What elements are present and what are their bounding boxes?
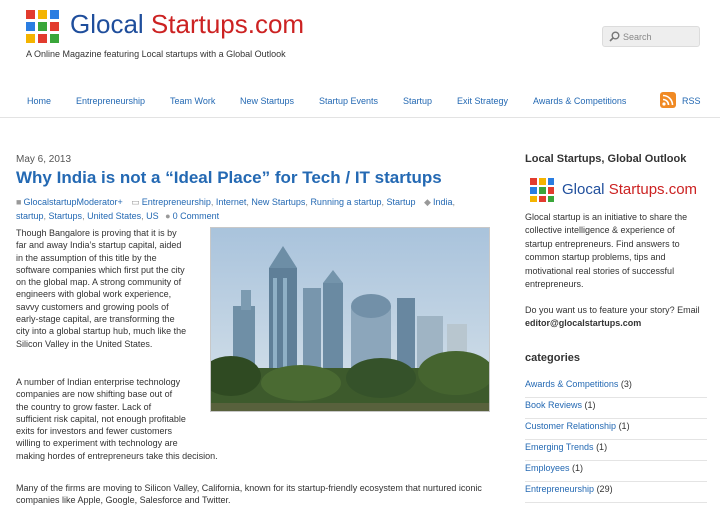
category-link[interactable]: Entrepreneurship (525, 484, 594, 494)
tag-link-startup[interactable]: startup (16, 211, 44, 221)
category-link-entrepreneurship[interactable]: Entrepreneurship (142, 197, 211, 207)
text-line: Though Bangalore is proving that it is b… (16, 228, 177, 238)
site-title-part2: Startups.com (150, 9, 305, 39)
text-line: on the global map. A strong community of (16, 277, 182, 288)
tag-link-startups[interactable]: Startups (49, 211, 83, 221)
category-link[interactable]: Customer Relationship (525, 421, 616, 431)
text-line: startup entrepreneurs. Find answers to (525, 238, 680, 249)
category-list-item: Employees (1) (525, 461, 707, 482)
text-line: sufficient risk capital, not enough prof… (16, 413, 186, 424)
category-list-item: Customer Relationship (1) (525, 419, 707, 440)
sidebar-about-heading: Local Startups, Global Outlook (525, 153, 687, 165)
site-title-part1: Glocal (70, 9, 151, 39)
text-line: savvy customers and growing pools of (16, 301, 169, 312)
category-count: (1) (584, 400, 596, 410)
text-line: engineers with global work experience, (16, 289, 172, 300)
category-link[interactable]: Book Reviews (525, 400, 582, 410)
nav-item-entrepreneurship[interactable]: Entrepreneurship (76, 96, 145, 106)
search-box[interactable] (602, 26, 700, 47)
text-line: companies like Apple, Google, Salesforce… (16, 495, 231, 506)
rss-icon (660, 92, 676, 108)
post-image (210, 227, 490, 412)
text-line: exits for investors and fewer customers (16, 426, 173, 437)
category-count: (3) (620, 379, 632, 389)
sidebar-email[interactable]: editor@glocalstartups.com (525, 317, 707, 330)
author-icon: ■ (16, 197, 22, 207)
category-link-internet[interactable]: Internet (216, 197, 247, 207)
category-count: (1) (572, 463, 584, 473)
category-list-item: Awards & Competitions (3) (525, 377, 707, 398)
sidebar-logo-part1: Glocal (562, 181, 609, 198)
comments-link[interactable]: 0 Comment (173, 211, 220, 221)
main-nav: Home Entrepreneurship Team Work New Star… (0, 82, 720, 118)
nav-item-new-startups[interactable]: New Startups (240, 96, 294, 106)
tag-icon: ◆ (424, 197, 431, 207)
text-line: common startup problems, tips and (525, 252, 666, 263)
text-line: making hordes of entrepreneurs take this… (16, 450, 218, 461)
text-line: Silicon Valley in the United States. (16, 338, 153, 349)
category-link[interactable]: Awards & Competitions (525, 379, 618, 389)
text-line: far and away India’s startup capital, ai… (16, 240, 182, 251)
tag-link-united-states[interactable]: United States (87, 211, 141, 221)
search-icon (609, 31, 620, 42)
tag-link-india[interactable]: India (433, 197, 453, 207)
tag-link-us[interactable]: US (146, 211, 159, 221)
rss-label: RSS (682, 96, 701, 106)
category-link-running-a-startup[interactable]: Running a startup (310, 197, 381, 207)
category-folder-icon: ▭ (131, 197, 140, 207)
text-line: entrepreneurs. (525, 279, 584, 290)
sidebar-logo-part2: Startups.com (608, 181, 698, 198)
categories-heading: categories (525, 352, 581, 364)
category-link-new-startups[interactable]: New Startups (251, 197, 305, 207)
category-link[interactable]: Emerging Trends (525, 442, 594, 452)
category-link-startup[interactable]: Startup (387, 197, 416, 207)
comment-icon: ● (165, 211, 171, 221)
text-line: collective intelligence & experience of (525, 225, 675, 236)
text-line: early-stage capital, are transforming th… (16, 314, 175, 325)
nav-item-awards-competitions[interactable]: Awards & Competitions (533, 96, 626, 106)
site-tagline: A Online Magazine featuring Local startu… (26, 49, 286, 59)
text-line: software companies which first put the c… (16, 264, 185, 275)
category-link[interactable]: Employees (525, 463, 570, 473)
city-skyline-image (211, 228, 489, 411)
category-count: (29) (596, 484, 613, 494)
text-line: companies are now shifting base out of (16, 389, 173, 400)
nav-item-team-work[interactable]: Team Work (170, 96, 215, 106)
sidebar-logo-icon (530, 178, 554, 202)
post-paragraph-2: A number of Indian enterprise technology… (16, 376, 218, 462)
logo-icon[interactable] (24, 8, 62, 46)
sidebar-logo-title: Glocal Startups.com (562, 181, 697, 199)
nav-item-exit-strategy[interactable]: Exit Strategy (457, 96, 508, 106)
category-list-item: Entrepreneurship (29) (525, 482, 707, 503)
sidebar-feature-text: Do you want us to feature your story? Em… (525, 304, 707, 331)
text-line: the country to grow faster. Lack of (16, 401, 152, 412)
text-line: motivational real stories of successful (525, 265, 675, 276)
nav-item-startup-events[interactable]: Startup Events (319, 96, 378, 106)
text-line: Many of the firms are moving to Silicon … (16, 483, 482, 493)
category-count: (1) (618, 421, 630, 431)
nav-item-startup[interactable]: Startup (403, 96, 432, 106)
nav-item-home[interactable]: Home (27, 96, 51, 106)
search-input[interactable] (623, 28, 697, 45)
site-title[interactable]: Glocal Startups.com (70, 8, 304, 40)
category-count: (1) (596, 442, 608, 452)
site-header: Glocal Startups.com A Online Magazine fe… (0, 0, 720, 70)
text-line: Glocal startup is an initiative to share… (525, 212, 688, 222)
text-line: Do you want us to feature your story? Em… (525, 305, 700, 315)
text-line: A number of Indian enterprise technology (16, 377, 181, 387)
text-line: willing to experiment with technology ar… (16, 438, 178, 449)
text-line: city into a global startup hub, much lik… (16, 326, 187, 337)
post-meta: ■ GlocalstartupModerator+ ▭ Entrepreneursh… (16, 197, 456, 221)
post-paragraph-3: Many of the firms are moving to Silicon … (16, 482, 482, 507)
text-line: in the assumption of this title by the (16, 252, 157, 263)
post-author-link[interactable]: GlocalstartupModerator+ (23, 197, 122, 207)
post-paragraph-1: Though Bangalore is proving that it is b… (16, 227, 186, 350)
category-list-item: Emerging Trends (1) (525, 440, 707, 461)
sidebar-about-text: Glocal startup is an initiative to share… (525, 211, 707, 291)
post-title[interactable]: Why India is not a “Ideal Place” for Tec… (16, 167, 442, 189)
post-date: May 6, 2013 (16, 154, 72, 165)
category-list-item: Book Reviews (1) (525, 398, 707, 419)
